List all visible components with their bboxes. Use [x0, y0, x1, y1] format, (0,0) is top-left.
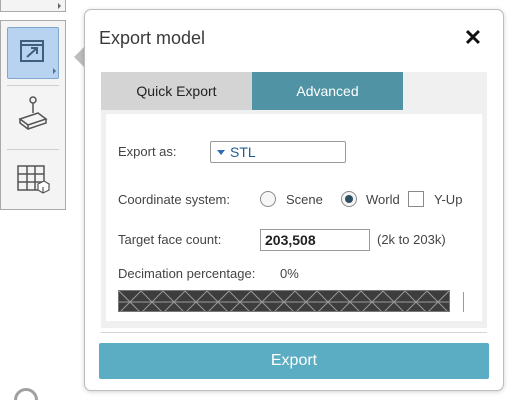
export-model-dialog: Export model ✕ Quick Export Advanced Exp… [84, 9, 504, 391]
decimation-slider-end [463, 292, 464, 312]
face-count-range: (2k to 203k) [377, 232, 446, 247]
toolbar-divider [7, 149, 59, 150]
export-icon [18, 36, 48, 71]
decimation-slider[interactable] [118, 290, 450, 312]
plane-cut-icon [16, 95, 50, 140]
decimation-value: 0% [280, 266, 299, 281]
decimation-label: Decimation percentage: [118, 266, 256, 281]
target-face-count-input[interactable]: 203,508 [260, 229, 370, 251]
close-button[interactable]: ✕ [461, 26, 485, 50]
world-radio[interactable] [341, 191, 357, 207]
y-up-checkbox[interactable] [408, 191, 424, 207]
dropdown-caret-icon [217, 150, 225, 155]
advanced-panel: Export as: STL Coordinate system: Scene … [101, 110, 487, 328]
toolbar-divider [7, 85, 59, 86]
export-tool-button[interactable] [7, 27, 59, 79]
tab-advanced[interactable]: Advanced [252, 72, 403, 110]
plane-cut-tool-button[interactable] [7, 91, 59, 143]
expand-arrow-icon [53, 68, 56, 74]
partial-tool-icon [14, 388, 38, 400]
scene-radio-label: Scene [286, 192, 323, 207]
close-icon: ✕ [463, 25, 483, 50]
coordinate-system-label: Coordinate system: [118, 192, 230, 207]
target-face-count-label: Target face count: [118, 232, 222, 247]
export-format-dropdown[interactable]: STL [210, 141, 346, 163]
tab-bar: Quick Export Advanced [101, 72, 487, 110]
grid-table-tool-button[interactable] [7, 155, 59, 207]
y-up-label: Y-Up [434, 192, 463, 207]
toolbar-top-partial [0, 0, 66, 12]
tab-quick-export[interactable]: Quick Export [101, 72, 252, 110]
scene-radio[interactable] [260, 191, 276, 207]
mesh-pattern [119, 291, 449, 311]
panel-divider [101, 332, 487, 333]
export-button[interactable]: Export [99, 343, 489, 379]
advanced-panel-body: Export as: STL Coordinate system: Scene … [106, 114, 482, 321]
world-radio-label: World [366, 192, 400, 207]
export-as-label: Export as: [118, 144, 177, 159]
dialog-title: Export model [99, 28, 206, 48]
export-format-value: STL [230, 144, 256, 160]
grid-table-icon [16, 162, 51, 201]
left-toolbar [0, 20, 66, 210]
expand-arrow-icon [58, 3, 61, 9]
